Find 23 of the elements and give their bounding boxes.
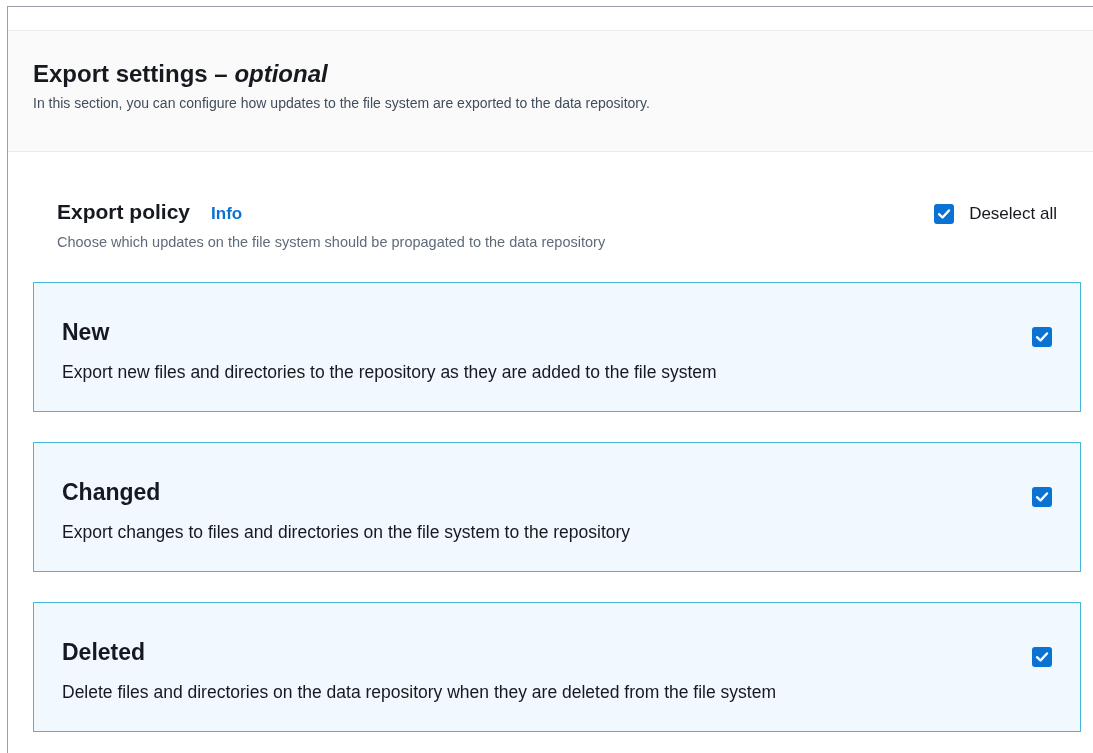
checkbox[interactable] [934,204,955,224]
check-icon [937,208,952,220]
option-description: Delete files and directories on the data repository when they are deleted from the file system [62,681,776,703]
option-title: Changed [62,478,162,507]
option-title: Deleted [62,638,147,667]
deselect-all-label[interactable]: Deselect all [969,204,1057,224]
option-description: Export changes to files and directories on the file system to the repository [62,521,631,543]
checkbox[interactable] [1032,647,1052,667]
info-link[interactable]: Info [211,204,243,224]
section-title: Export settings – optional [33,59,329,89]
check-icon [1035,651,1049,663]
section-description: In this section, you can configure how updates to the file system are exported to the data repository. [33,94,651,113]
option-card[interactable]: Deleted Delete files and directories on the data repository when they are deleted from the file system [33,602,1081,732]
policy-description: Choose which updates on the file system should be propagated to the data repository [57,234,606,250]
check-icon [1035,491,1049,503]
option-card[interactable]: Changed Export changes to files and directories on the file system to the repository [33,442,1081,572]
checkbox[interactable] [1032,487,1052,507]
checkbox[interactable] [1032,327,1052,347]
check-icon [1035,331,1049,343]
option-title: New [62,318,111,347]
policy-label: Export policy [57,200,191,224]
option-card[interactable]: New Export new files and directories to the repository as they are added to the file system [33,282,1081,412]
option-description: Export new files and directories to the repository as they are added to the file system [62,361,717,383]
